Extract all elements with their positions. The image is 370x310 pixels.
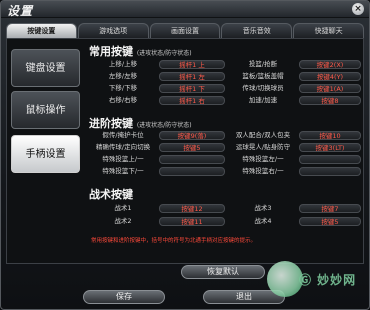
binding-label: 篮板/篮板盖帽	[242, 72, 284, 80]
sidebar-item-mouse[interactable]: 鼠标操作	[11, 91, 80, 129]
binding-key-field[interactable]: 按键3(LT)	[299, 143, 361, 152]
binding-label: 上移/上移	[108, 60, 138, 68]
binding-key-field[interactable]	[159, 155, 225, 164]
section-title: 常用按键	[89, 45, 133, 58]
binding-label: 精确传球/定向切换	[95, 143, 151, 151]
tab-game-options[interactable]: 游戏选项	[77, 23, 149, 38]
advanced-keys-heading: 进阶按键 (进攻状态/防守状态)	[89, 115, 192, 131]
common-keys-heading: 常用按键 (进攻状态/防守状态)	[89, 43, 192, 59]
binding-label: 运球晃人/贴身防守	[235, 143, 291, 151]
sidebar-item-gamepad[interactable]: 手柄设置	[11, 135, 80, 173]
binding-label: 特殊投篮下/一	[102, 167, 144, 175]
binding-key-field[interactable]: 按键2(X)	[299, 60, 361, 69]
binding-key-field[interactable]: 按键4(Y)	[299, 72, 361, 81]
tab-quick-chat[interactable]: 快捷聊天	[293, 23, 364, 38]
binding-key-field[interactable]: 按键7	[299, 204, 361, 213]
tab-display-settings[interactable]: 画面设置	[149, 23, 221, 38]
tab-bar: 按键设置 游戏选项 画面设置 音乐音效 快捷聊天	[6, 23, 364, 38]
sidebar-item-keyboard[interactable]: 键盘设置	[11, 49, 80, 87]
binding-key-field[interactable]: 摇杆1 上	[159, 60, 225, 69]
close-icon[interactable]: ×	[352, 3, 364, 15]
binding-key-field[interactable]: 按键1(A)	[299, 84, 361, 93]
settings-panel: 键盘设置 鼠标操作 手柄设置 常用按键 (进攻状态/防守状态) 上移/上移 摇杆…	[6, 38, 364, 264]
binding-label: 特殊投篮上/一	[102, 155, 144, 163]
binding-key-field[interactable]: 按键5	[299, 217, 361, 226]
binding-label: 双人配合/双人包夹	[235, 131, 291, 139]
save-button[interactable]: 保存	[83, 290, 165, 304]
binding-label: 右移/右移	[108, 96, 138, 104]
section-subtitle: (进攻状态/防守状态)	[136, 122, 192, 129]
binding-label: 战术4	[254, 217, 272, 225]
restore-defaults-button[interactable]: 恢复默认	[181, 265, 265, 279]
settings-window: 设置 × 按键设置 游戏选项 画面设置 音乐音效 快捷聊天 键盘设置 鼠标操作 …	[0, 0, 370, 310]
binding-label: 投篮/抢断	[248, 60, 278, 68]
binding-key-field[interactable]	[299, 167, 361, 176]
binding-key-field[interactable]: 摇杆1 右	[159, 96, 225, 105]
binding-key-field[interactable]: 摇杆1 下	[159, 84, 225, 93]
binding-key-field[interactable]: 按键9(落)	[159, 131, 225, 140]
binding-label: 左移/左移	[108, 72, 138, 80]
binding-key-field[interactable]: 摇杆1 左	[159, 72, 225, 81]
binding-key-field[interactable]	[299, 155, 361, 164]
binding-key-field[interactable]: 按键10	[299, 131, 361, 140]
window-title: 设置	[7, 4, 34, 18]
section-subtitle: (进攻状态/防守状态)	[136, 50, 192, 57]
binding-label: 战术1	[114, 204, 132, 212]
binding-label: 特殊投篮左/一	[242, 155, 284, 163]
binding-key-field[interactable]: 按键11	[159, 217, 225, 226]
binding-label: 假传/掩护卡位	[102, 131, 144, 139]
tab-audio[interactable]: 音乐音效	[221, 23, 293, 38]
watermark-text: Ⓖ 妙妙网	[299, 273, 357, 287]
binding-key-field[interactable]: 按键12	[159, 204, 225, 213]
binding-label: 战术2	[114, 217, 132, 225]
title-bar: 设置 ×	[1, 1, 369, 18]
binding-key-field[interactable]: 按键8	[299, 96, 361, 105]
binding-label: 战术3	[254, 204, 272, 212]
binding-label: 传球/切换球员	[242, 84, 284, 92]
tab-key-settings[interactable]: 按键设置	[6, 23, 77, 38]
tactics-keys-heading: 战术按键	[89, 186, 133, 202]
binding-label: 特殊投篮右/一	[242, 167, 284, 175]
section-title: 进阶按键	[89, 117, 133, 130]
binding-label: 加速/加速	[248, 96, 278, 104]
binding-key-field[interactable]	[159, 167, 225, 176]
section-title: 战术按键	[89, 188, 133, 201]
key-bindings-content: 常用按键 (进攻状态/防守状态) 上移/上移 摇杆1 上 投篮/抢断 按键2(X…	[85, 39, 363, 263]
binding-label: 下移/下移	[108, 84, 138, 92]
hint-text: 常用按键和进阶按键中，括号中的符号为北通手柄对应按键的提示。	[91, 238, 257, 244]
watermark-logo-icon	[267, 261, 303, 297]
binding-key-field[interactable]: 按键5	[159, 143, 225, 152]
